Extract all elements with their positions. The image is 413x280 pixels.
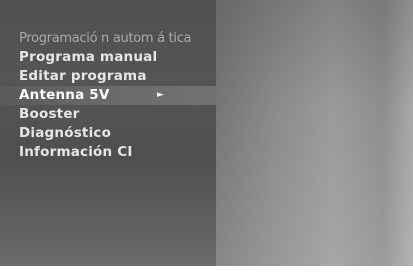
menu-item-label: Editar programa xyxy=(19,68,147,84)
menu-item-auto-programming[interactable]: Programació n autom á tica xyxy=(0,29,216,48)
menu-item-label: Diagnóstico xyxy=(19,125,112,141)
menu-item-diagnostics[interactable]: Diagnóstico xyxy=(0,124,216,143)
menu-item-ci-information[interactable]: Información CI xyxy=(0,143,216,162)
setup-menu-list: Programació n autom á tica Programa manu… xyxy=(0,29,216,162)
menu-item-label: Programació n autom á tica xyxy=(19,31,192,46)
menu-item-label: Booster xyxy=(19,106,80,122)
play-arrow-icon: ► xyxy=(157,90,165,100)
menu-item-manual-programming[interactable]: Programa manual xyxy=(0,48,216,67)
menu-item-booster[interactable]: Booster xyxy=(0,105,216,124)
menu-item-label: Información CI xyxy=(19,144,133,160)
menu-item-edit-program[interactable]: Editar programa xyxy=(0,67,216,86)
background-picture-area xyxy=(216,0,413,266)
menu-item-label: Programa manual xyxy=(19,49,158,65)
menu-item-label: Antenna 5V xyxy=(19,87,110,103)
bottom-margin xyxy=(0,266,413,280)
menu-item-antenna-5v[interactable]: Antenna 5V ► xyxy=(0,86,216,105)
setup-menu-panel: Programació n autom á tica Programa manu… xyxy=(0,0,216,266)
tv-setup-screen: Programació n autom á tica Programa manu… xyxy=(0,0,413,280)
